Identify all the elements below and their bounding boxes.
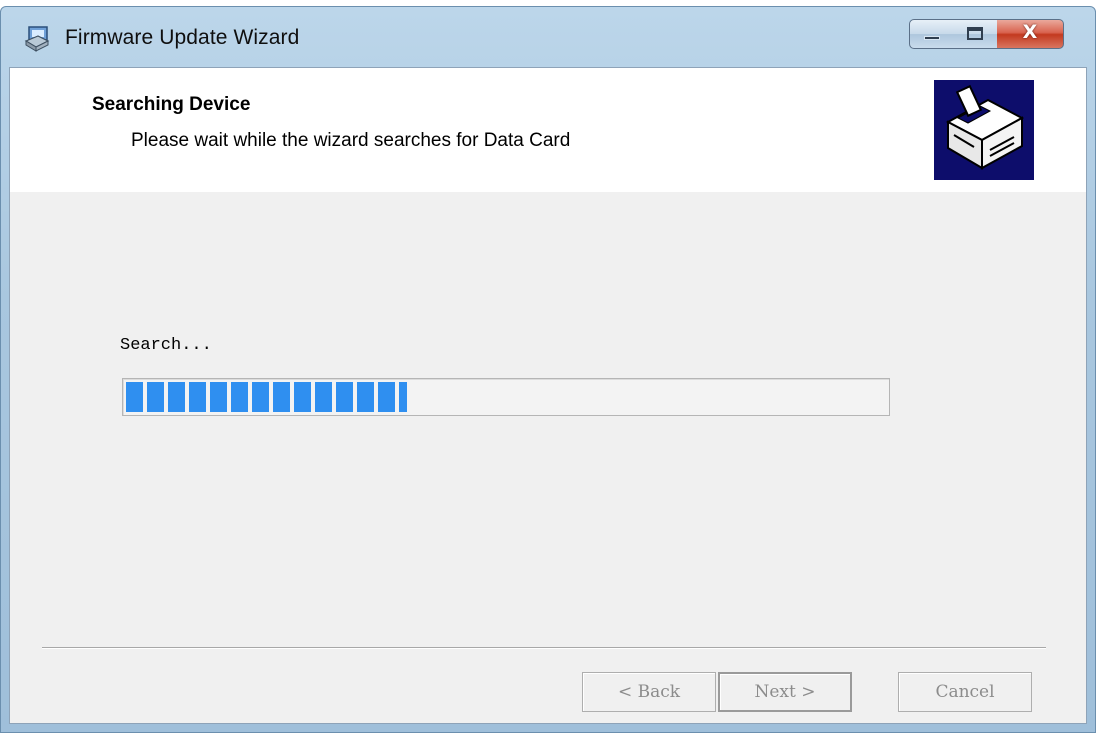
window-title: Firmware Update Wizard [65,26,300,49]
cancel-button[interactable]: Cancel [898,672,1032,712]
minimize-icon [924,36,940,40]
next-button[interactable]: Next > [718,672,852,712]
maximize-button[interactable] [953,19,998,49]
separator [42,647,1046,649]
computer-hardware-icon [934,80,1034,180]
maximize-icon [967,27,983,40]
app-icon [23,24,51,52]
minimize-button[interactable] [909,19,954,49]
search-progress-bar [122,378,890,416]
progress-label: Search... [120,336,212,355]
close-icon: X [1022,21,1038,43]
wizard-header: Searching Device Please wait while the w… [10,68,1086,192]
close-button[interactable]: X [997,19,1064,49]
progress-fill [126,382,407,412]
page-title: Searching Device [92,94,251,115]
title-bar[interactable]: Firmware Update Wizard X [1,7,1095,67]
back-button[interactable]: < Back [582,672,716,712]
page-subtitle: Please wait while the wizard searches fo… [131,130,571,151]
wizard-body: Searching Device Please wait while the w… [9,67,1087,724]
wizard-window: Firmware Update Wizard X Searching Devic… [0,6,1096,733]
